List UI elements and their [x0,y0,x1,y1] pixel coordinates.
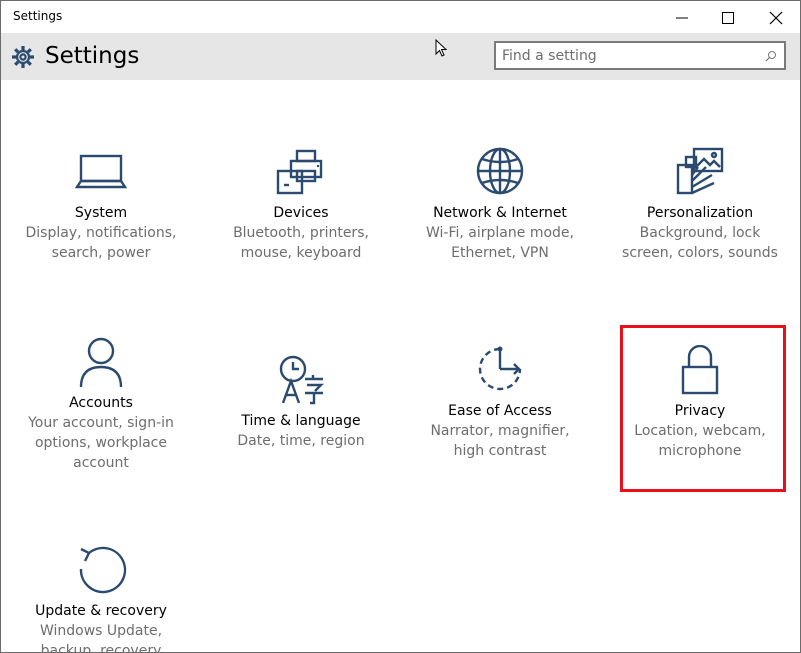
minimize-button[interactable] [659,1,705,33]
tile-desc-line: Date, time, region [237,433,365,449]
tile-name: Personalization [646,205,754,221]
tile-accounts[interactable]: Accounts Your account, sign-in options, … [6,337,196,473]
search-icon[interactable] [765,50,777,62]
close-icon [769,11,783,25]
tile-desc-line: Background, lock [639,225,761,241]
settings-window: Settings Settings Find a setting System … [0,0,801,653]
globe-icon [476,147,524,195]
tile-desc-line: search, power [51,245,151,261]
tile-desc-line: screen, colors, sounds [622,245,778,261]
tile-desc-line: mouse, keyboard [240,245,362,261]
page-title: Settings [45,43,140,69]
close-button[interactable] [753,1,799,33]
person-icon [79,337,123,388]
tile-network-internet[interactable]: Network & Internet Wi-Fi, airplane mode,… [405,147,595,263]
tile-desc-line: Windows Update, [39,623,163,639]
tile-devices[interactable]: Devices Bluetooth, printers, mouse, keyb… [206,147,396,263]
time-language-icon [279,355,324,405]
tile-desc-line: Wi-Fi, airplane mode, [426,225,574,241]
tile-desc-line: Narrator, magnifier, [430,423,570,439]
gear-icon [12,46,34,68]
tile-desc-line: Bluetooth, printers, [233,225,369,241]
tile-personalization[interactable]: Personalization Background, lock screen,… [605,147,795,263]
tile-system[interactable]: System Display, notifications, search, p… [6,147,196,263]
ease-of-access-icon [478,346,522,391]
tile-name: Ease of Access [448,403,552,419]
tile-name: System [74,205,128,221]
maximize-icon [722,12,734,24]
search-input[interactable] [502,46,756,66]
tile-name: Network & Internet [433,205,567,221]
tile-name: Time & language [241,413,361,429]
tile-name: Update & recovery [35,603,167,619]
settings-header: Settings [1,33,800,80]
tile-desc-line: Display, notifications, [25,225,177,241]
update-recovery-icon [79,546,127,594]
tile-name: Accounts [69,395,133,411]
laptop-icon [75,154,127,189]
tile-desc-line: high contrast [453,443,547,459]
tile-desc-line: account [73,455,129,471]
minimize-icon [676,17,688,19]
tile-ease-of-access[interactable]: Ease of Access Narrator, magnifier, high… [405,345,595,461]
tile-desc-line: options, workplace [34,435,167,451]
window-title: Settings [13,9,63,23]
tile-desc-line: backup, recovery [40,643,162,653]
tile-name: Devices [273,205,329,221]
search-box[interactable] [494,41,786,70]
tile-time-language[interactable]: Time & language Date, time, region [206,355,396,451]
privacy-highlight-box [620,325,786,492]
maximize-button[interactable] [705,1,751,33]
tile-update-recovery[interactable]: Update & recovery Windows Update, backup… [6,545,196,653]
tile-desc-line: Ethernet, VPN [451,245,549,261]
title-bar[interactable]: Settings [1,1,800,33]
mouse-cursor-icon [435,39,448,57]
tile-desc-line: Your account, sign-in [28,415,174,431]
personalization-icon [676,147,724,195]
devices-icon [276,149,323,195]
